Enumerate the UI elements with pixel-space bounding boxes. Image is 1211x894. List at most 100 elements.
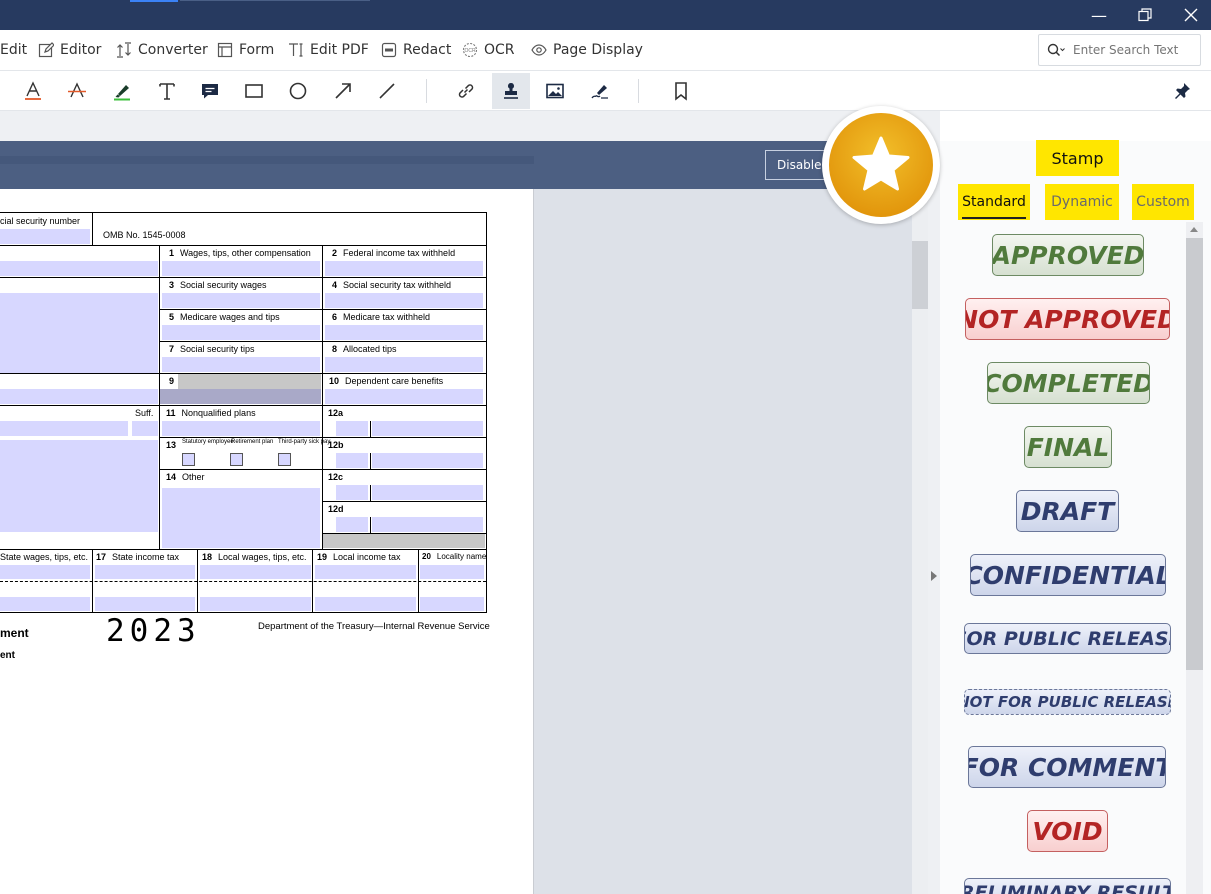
stamp-completed[interactable]: COMPLETED (987, 362, 1150, 404)
menu-edit[interactable]: Edit (0, 30, 27, 70)
panel-collapse-handle[interactable] (928, 141, 940, 894)
strikethrough-tool[interactable] (58, 73, 96, 109)
form-line (159, 341, 487, 342)
rectangle-tool[interactable] (235, 73, 273, 109)
line-tool[interactable] (368, 73, 406, 109)
box-12a-code[interactable] (336, 421, 368, 436)
retirement-plan-checkbox[interactable] (230, 453, 243, 466)
box-10-field[interactable] (325, 389, 483, 404)
menu-editor[interactable]: Editor (38, 30, 101, 70)
box-5-field[interactable] (162, 325, 320, 340)
box-12c-amount[interactable] (372, 485, 483, 500)
tab-standard[interactable]: Standard (958, 184, 1030, 220)
image-tool[interactable] (536, 73, 574, 109)
tab-dynamic[interactable]: Dynamic (1045, 184, 1119, 220)
employee-name-field[interactable] (0, 421, 128, 436)
form-dashed-line (0, 581, 486, 582)
stamp-for-public-release[interactable]: FOR PUBLIC RELEASE (964, 623, 1171, 654)
state-tax-2[interactable] (95, 597, 195, 611)
scroll-up-arrow-icon[interactable] (1190, 227, 1198, 232)
box-5-label: 5 Medicare wages and tips (169, 312, 280, 322)
menu-redact[interactable]: Redact (381, 30, 451, 70)
underline-tool[interactable] (14, 73, 52, 109)
tab-custom[interactable]: Custom (1132, 184, 1194, 220)
underline-text-icon (25, 81, 41, 100)
menu-converter[interactable]: Converter (116, 30, 208, 70)
search-icon (1047, 43, 1065, 57)
stamp-not-approved[interactable]: NOT APPROVED (965, 298, 1170, 340)
link-tool[interactable] (447, 73, 485, 109)
stamp-list-scrollbar[interactable] (1186, 222, 1203, 894)
stamp-draft[interactable]: DRAFT (1016, 490, 1119, 532)
box-12b-amount[interactable] (372, 453, 483, 468)
stamp-tool[interactable] (492, 73, 530, 109)
local-tax-2[interactable] (315, 597, 416, 611)
state-tax-1[interactable] (95, 565, 195, 579)
signature-tool[interactable] (581, 73, 619, 109)
comment-tool[interactable] (191, 73, 229, 109)
employer-id-field[interactable] (0, 261, 158, 276)
form-line (159, 437, 487, 438)
box-4-field[interactable] (325, 293, 483, 308)
close-button[interactable] (1168, 0, 1211, 30)
local-tax-1[interactable] (315, 565, 416, 579)
stamp-approved[interactable]: APPROVED (992, 234, 1144, 276)
stamp-not-for-public-release[interactable]: NOT FOR PUBLIC RELEASE (964, 689, 1171, 715)
third-party-sick-pay-checkbox[interactable] (278, 453, 291, 466)
locality-2[interactable] (420, 597, 484, 611)
stamp-list-scrollbar-thumb[interactable] (1186, 238, 1203, 670)
box-2-field[interactable] (325, 261, 483, 276)
employer-address-field[interactable] (0, 293, 158, 373)
document-scrollbar[interactable] (912, 141, 928, 894)
stamp-for-comment[interactable]: FOR COMMENT (968, 746, 1166, 788)
box-1-field[interactable] (162, 261, 320, 276)
menu-edit-pdf[interactable]: Edit PDF (288, 30, 369, 70)
box-11-field[interactable] (162, 421, 320, 436)
ellipse-tool[interactable] (279, 73, 317, 109)
stamp-confidential[interactable]: CONFIDENTIAL (970, 554, 1166, 596)
search-input[interactable] (1073, 43, 1198, 57)
stamp-final[interactable]: FINAL (1024, 426, 1112, 468)
minimize-button[interactable]: — (1076, 0, 1122, 30)
box-12a-amount[interactable] (372, 421, 483, 436)
form-icon (217, 42, 233, 58)
stamp-void[interactable]: VOID (1027, 810, 1108, 852)
document-scrollbar-thumb[interactable] (912, 241, 928, 309)
restore-button[interactable] (1122, 0, 1168, 30)
box-7-field[interactable] (162, 357, 320, 372)
local-wages-2[interactable] (200, 597, 311, 611)
ssn-field[interactable] (0, 229, 90, 244)
state-wages-2[interactable] (0, 597, 90, 611)
box-6-field[interactable] (325, 325, 483, 340)
menu-form[interactable]: Form (217, 30, 274, 70)
omb-number: OMB No. 1545-0008 (103, 230, 186, 240)
text-box-tool[interactable] (148, 73, 186, 109)
arrow-tool[interactable] (324, 73, 362, 109)
box-3-field[interactable] (162, 293, 320, 308)
box-8-field[interactable] (325, 357, 483, 372)
box-14-field[interactable] (162, 488, 320, 548)
search-box[interactable] (1038, 34, 1201, 66)
local-wages-1[interactable] (200, 565, 311, 579)
statutory-employee-checkbox[interactable] (182, 453, 195, 466)
bookmark-tool[interactable] (662, 73, 700, 109)
highlight-tool[interactable] (103, 73, 141, 109)
box-12d-code[interactable] (336, 517, 368, 532)
form-line (0, 245, 487, 246)
box-12d-amount[interactable] (372, 517, 483, 532)
stamp-preliminary-results[interactable]: PRELIMINARY RESULTS (964, 878, 1171, 894)
box-12b-code[interactable] (336, 453, 368, 468)
title-bar: — (0, 0, 1211, 30)
control-number-field[interactable] (0, 389, 158, 404)
menu-ocr[interactable]: OCR OCR (462, 30, 515, 70)
form-line (0, 373, 487, 374)
locality-1[interactable] (420, 565, 484, 579)
employee-address-field[interactable] (0, 440, 158, 532)
state-wages-1[interactable] (0, 565, 90, 579)
menu-page-display[interactable]: Page Display (531, 30, 643, 70)
star-icon (852, 136, 910, 191)
suffix-field[interactable] (132, 421, 158, 436)
box-12c-code[interactable] (336, 485, 368, 500)
favorite-stamp-badge[interactable] (822, 106, 940, 224)
pin-toolbar-button[interactable] (1163, 73, 1201, 109)
